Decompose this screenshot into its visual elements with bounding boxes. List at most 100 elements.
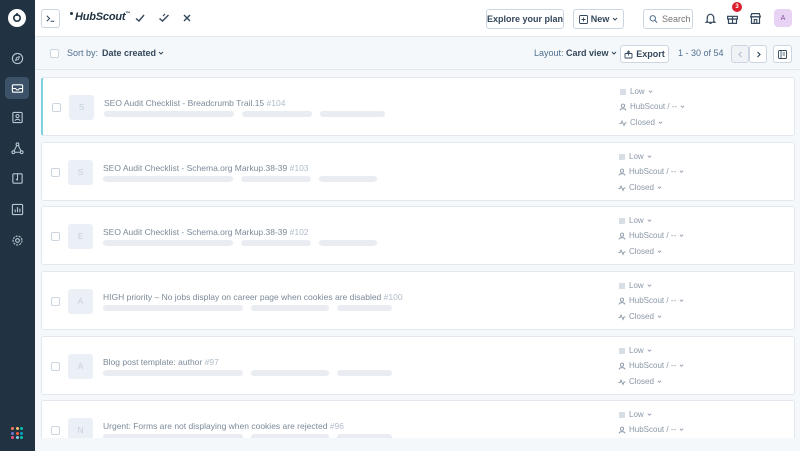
search-input[interactable] [662,14,692,24]
ticket-status[interactable]: Closed [618,377,662,386]
close-button[interactable] [180,11,194,25]
priority-value: Low [629,152,644,161]
brand-name: HubScout [75,11,126,23]
sidebar-item-settings[interactable] [5,229,29,251]
ticket-checkbox[interactable] [51,168,60,177]
notification-badge: 3 [732,2,742,12]
check-all-button[interactable] [157,11,171,25]
priority-value: Low [629,346,644,355]
status-value: Closed [630,118,655,127]
sidebar-item-bookmarks[interactable] [5,47,29,69]
ticket-status[interactable]: Closed [618,247,662,256]
ticket-title[interactable]: SEO Audit Checklist - Breadcrumb Trail.1… [104,98,285,108]
ticket-preview-blurred [103,176,377,182]
ticket-title[interactable]: Blog post template: author #97 [103,357,219,367]
ticket-card[interactable]: A Blog post template: author #97 Low Hub… [41,336,795,395]
ticket-priority[interactable]: Low [618,346,652,355]
ticket-owner[interactable]: HubScout / -- [619,102,685,111]
select-all-checkbox[interactable] [50,49,59,58]
owner-value: HubScout / -- [630,102,678,111]
ticket-card[interactable]: E SEO Audit Checklist - Schema.org Marku… [41,206,795,265]
sidebar-item-content[interactable] [5,167,29,189]
ticket-owner[interactable]: HubScout / -- [618,231,684,240]
sidebar-item-contacts[interactable] [5,106,29,128]
list-toolbar: Sort by: Date created Layout: Card view … [35,37,800,70]
ticket-status[interactable]: Closed [619,118,663,127]
ticket-title[interactable]: HIGH priority – No jobs display on caree… [103,292,403,302]
explore-plan-button[interactable]: Explore your plan [486,9,564,29]
ticket-priority[interactable]: Low [618,152,652,161]
ticket-owner[interactable]: HubScout / -- [618,425,684,434]
ticket-checkbox[interactable] [51,232,60,241]
app-launcher-icon[interactable] [11,427,23,439]
ticket-owner[interactable]: HubScout / -- [618,296,684,305]
sidebar-toggle-button[interactable] [41,9,60,28]
export-button[interactable]: Export [620,45,669,63]
owner-value: HubScout / -- [629,231,677,240]
ticket-title[interactable]: SEO Audit Checklist - Schema.org Markup.… [103,163,309,173]
chevron-down-icon [679,364,684,367]
user-icon [618,232,626,240]
marketplace-button[interactable] [748,11,762,25]
sidebar-item-marketing[interactable] [5,137,29,159]
ticket-number: #102 [289,227,309,237]
user-avatar[interactable]: A [774,9,792,27]
bell-icon [704,13,716,24]
check-icon [135,14,145,22]
view-options-button[interactable] [773,45,792,63]
ticket-checkbox[interactable] [52,103,61,112]
layout-label: Layout: [534,48,564,58]
chevron-down-icon [658,121,663,124]
search-box[interactable] [643,9,693,29]
next-page-button[interactable] [749,45,767,63]
ticket-priority[interactable]: Low [618,216,652,225]
brand-logo: HubScout™ [70,11,130,23]
ticket-title[interactable]: SEO Audit Checklist - Schema.org Markup.… [103,227,309,237]
ticket-preview-blurred [103,305,392,311]
ticket-title[interactable]: Urgent: Forms are not displaying when co… [103,421,344,431]
owner-value: HubScout / -- [629,167,677,176]
gifts-button[interactable] [725,11,739,25]
ticket-checkbox[interactable] [51,426,60,435]
ticket-title-text: HIGH priority – No jobs display on caree… [103,292,382,302]
ticket-number: #96 [329,421,344,431]
ticket-card-list: S SEO Audit Checklist - Breadcrumb Trail… [41,77,795,438]
chevron-down-icon [647,155,652,158]
chevron-down-icon [647,219,652,222]
hubscout-logo-icon[interactable] [8,9,26,27]
ticket-card[interactable]: N Urgent: Forms are not displaying when … [41,400,795,438]
user-icon [618,362,626,370]
chevron-down-icon [679,299,684,302]
ticket-checkbox[interactable] [51,362,60,371]
ticket-checkbox[interactable] [51,297,60,306]
ticket-title-text: Urgent: Forms are not displaying when co… [103,421,328,431]
check-button[interactable] [133,11,147,25]
chevron-down-icon [647,413,652,416]
new-button[interactable]: New [573,9,624,29]
ticket-priority[interactable]: Low [618,410,652,419]
layout-dropdown[interactable]: Card view [566,48,617,58]
ticket-number: #104 [266,98,286,108]
pulse-icon [618,313,626,321]
pulse-icon [618,184,626,192]
ticket-priority[interactable]: Low [618,281,652,290]
ticket-avatar: E [68,224,93,249]
prev-page-button[interactable] [731,45,749,63]
sidebar-item-reports[interactable] [5,198,29,220]
priority-value: Low [629,216,644,225]
ticket-status[interactable]: Closed [618,183,662,192]
ticket-card[interactable]: S SEO Audit Checklist - Schema.org Marku… [41,142,795,201]
ticket-priority[interactable]: Low [619,87,653,96]
chevron-down-icon [679,234,684,237]
ticket-owner[interactable]: HubScout / -- [618,361,684,370]
ticket-card[interactable]: S SEO Audit Checklist - Breadcrumb Trail… [41,77,795,136]
ticket-status[interactable]: Closed [618,312,662,321]
ticket-number: #97 [204,357,219,367]
ticket-card[interactable]: A HIGH priority – No jobs display on car… [41,271,795,330]
sidebar-item-inbox[interactable] [5,77,29,99]
user-icon [619,103,627,111]
notifications-button[interactable] [703,11,717,25]
ticket-owner[interactable]: HubScout / -- [618,167,684,176]
ticket-title-text: SEO Audit Checklist - Schema.org Markup.… [103,163,288,173]
sort-dropdown[interactable]: Date created [102,48,164,58]
